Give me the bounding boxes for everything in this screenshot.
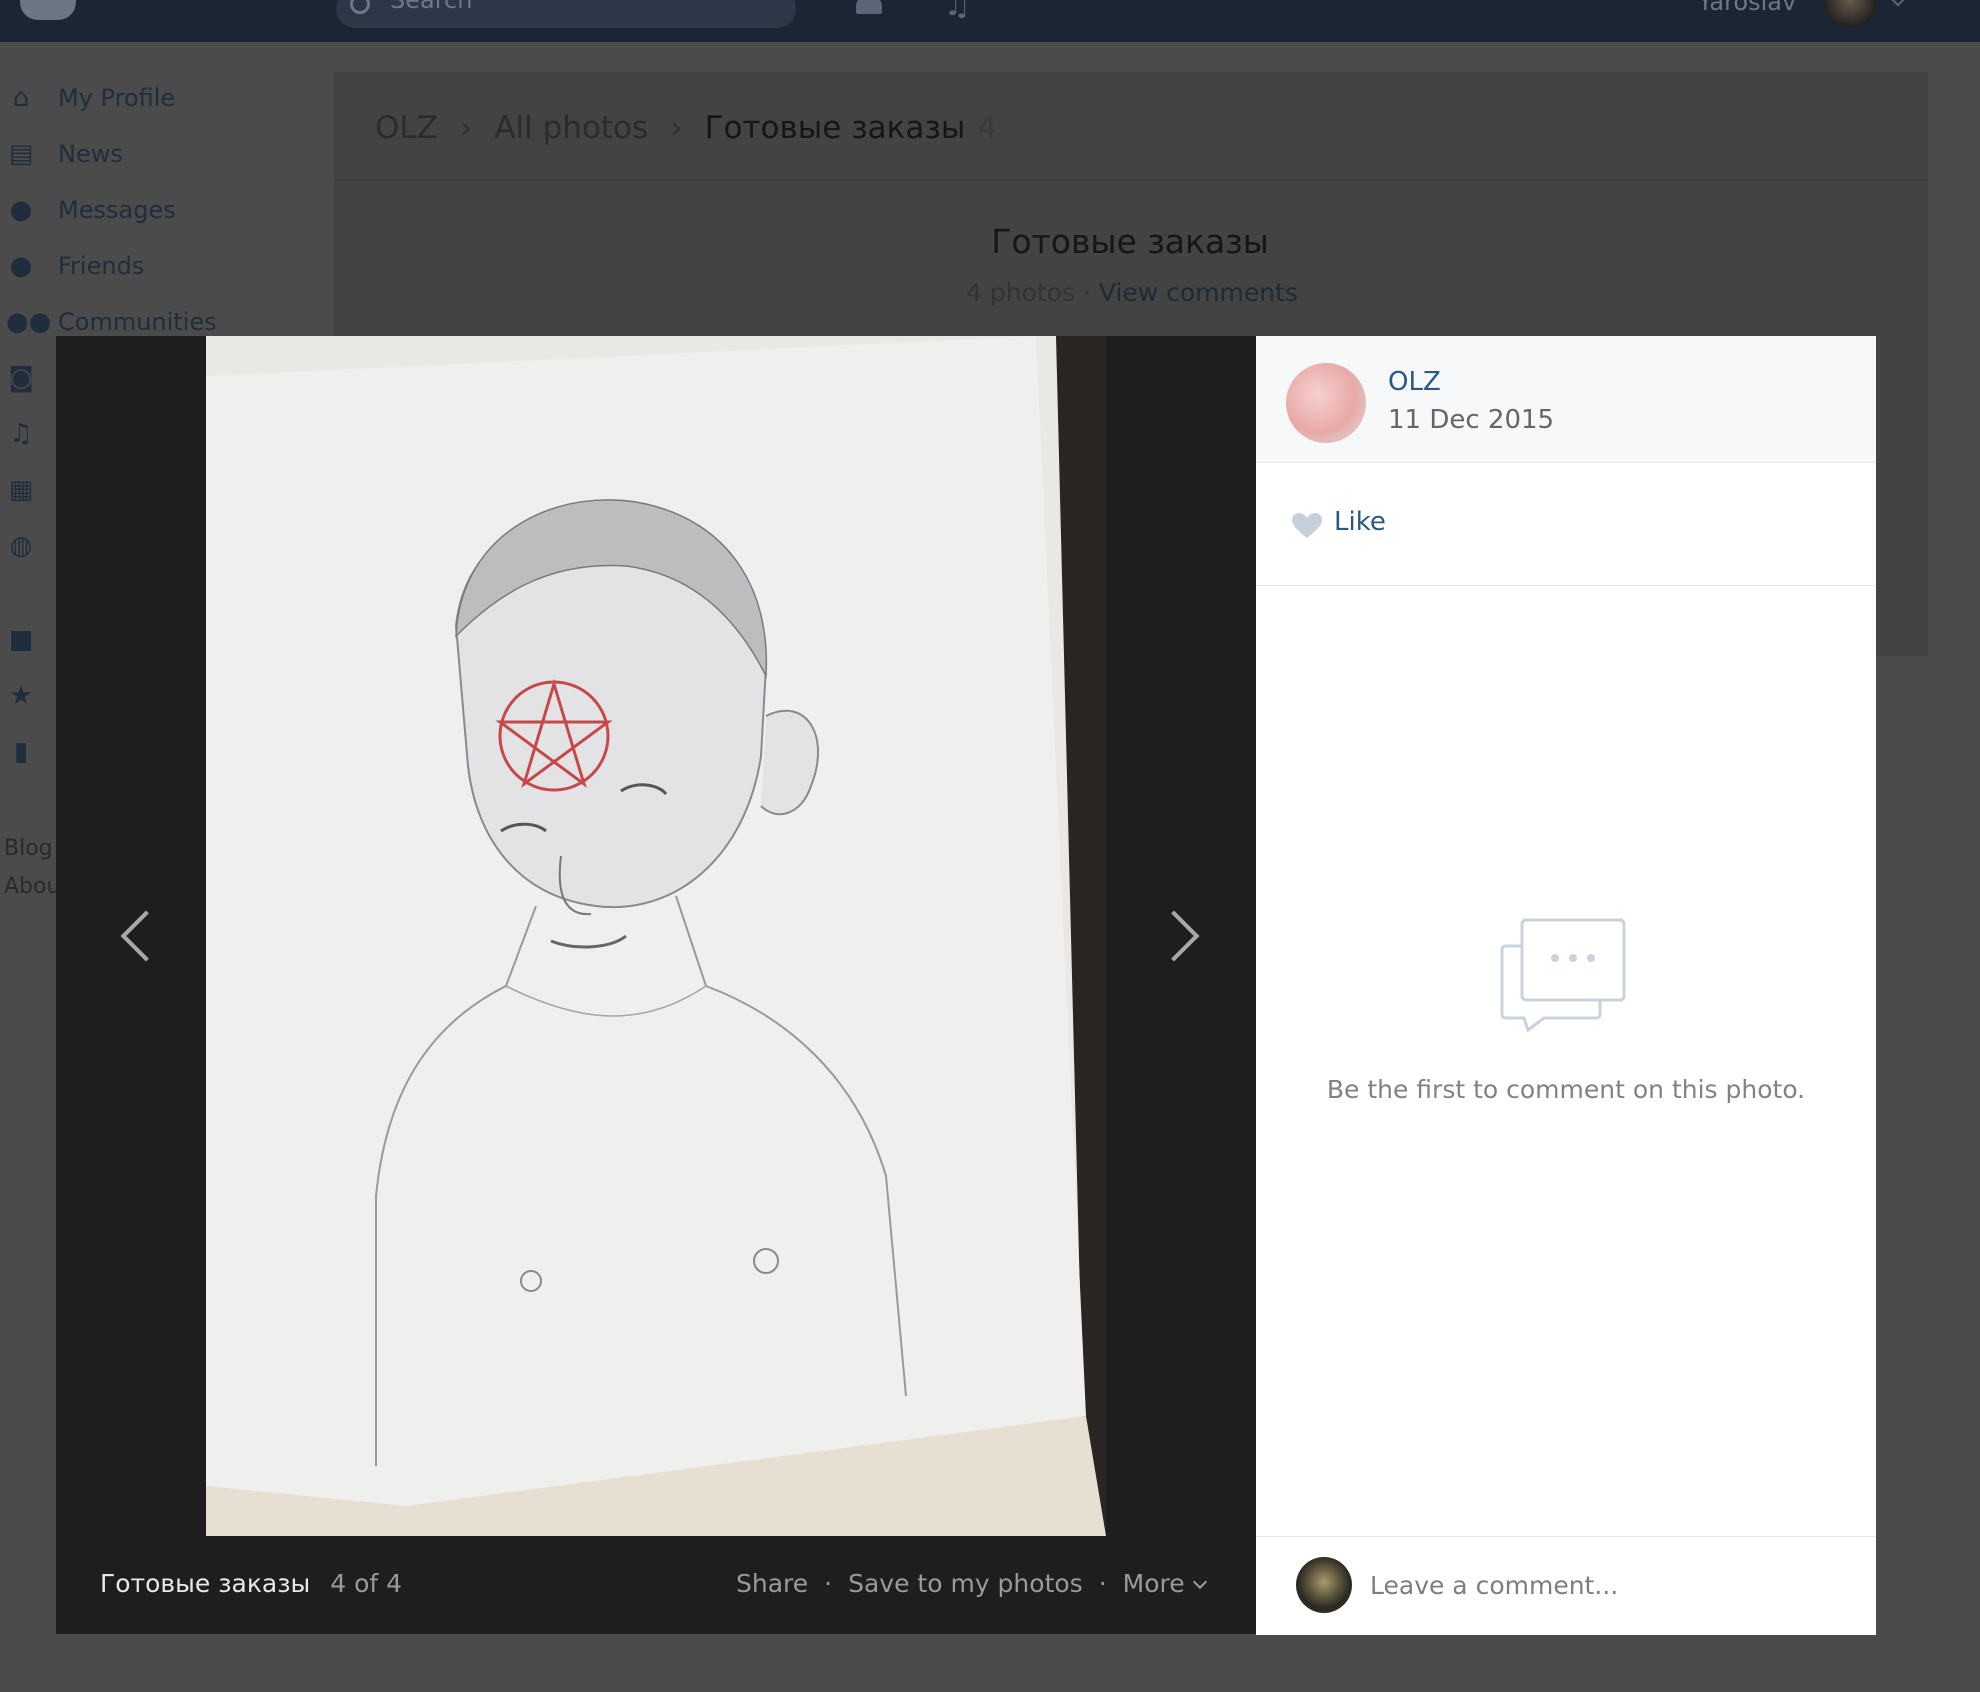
- header-user-name[interactable]: Yaroslav: [1698, 0, 1796, 14]
- separator: ·: [1082, 278, 1091, 307]
- save-to-my-photos-button[interactable]: Save to my photos: [848, 1569, 1083, 1598]
- sidebar-item-label: Communities: [58, 308, 217, 336]
- album-meta: 4 photos · View comments: [966, 278, 1298, 308]
- album-photo-count: 4 photos: [966, 278, 1075, 307]
- star-icon: ★: [9, 681, 33, 711]
- chevron-right-icon: ›: [459, 110, 473, 146]
- chevron-right-icon: ›: [670, 110, 683, 146]
- photo-info-panel: OLZ 11 Dec 2015 Like Be the first to com…: [1256, 336, 1876, 1635]
- share-button[interactable]: Share: [736, 1569, 808, 1598]
- like-row: Like: [1256, 463, 1876, 586]
- like-button[interactable]: Like: [1334, 505, 1386, 539]
- photo-image[interactable]: [206, 336, 1106, 1536]
- more-button[interactable]: More: [1122, 1569, 1207, 1598]
- top-header: Search ♫ Yaroslav: [0, 0, 1980, 42]
- communities-icon: ●●: [6, 307, 52, 337]
- heart-icon[interactable]: [1292, 513, 1322, 539]
- search-placeholder: Search: [390, 0, 473, 14]
- search-icon: [350, 0, 370, 14]
- comment-input[interactable]: [1368, 1559, 1852, 1611]
- owner-header: OLZ 11 Dec 2015: [1256, 336, 1876, 463]
- breadcrumb: OLZ › All photos › Готовые заказы 4: [375, 108, 997, 148]
- news-icon: ▤: [8, 139, 34, 169]
- viewer-position: 4 of 4: [330, 1569, 403, 1598]
- bell-icon[interactable]: [856, 0, 882, 14]
- owner-name-link[interactable]: OLZ: [1388, 366, 1441, 398]
- viewer-album-name[interactable]: Готовые заказы: [100, 1569, 310, 1598]
- chevron-down-icon: [1192, 1574, 1207, 1590]
- sidebar-item-label: News: [58, 140, 123, 168]
- breadcrumb-all-photos[interactable]: All photos: [494, 110, 648, 146]
- music-note-icon[interactable]: ♫: [944, 0, 971, 21]
- video-icon: ▦: [8, 475, 34, 505]
- footer-link-about[interactable]: Abou: [4, 874, 60, 900]
- comments-icon: [1500, 918, 1626, 1033]
- view-comments-link[interactable]: View comments: [1099, 278, 1298, 307]
- messages-icon: ●: [9, 195, 33, 225]
- header-user-avatar[interactable]: [1824, 0, 1876, 28]
- sidebar-item-news[interactable]: ▤ News: [0, 134, 330, 174]
- document-icon: ▮: [13, 737, 29, 767]
- breadcrumb-current-album: Готовые заказы: [704, 110, 966, 146]
- pencil-drawing-image: [206, 336, 1106, 1536]
- comment-bar: [1256, 1536, 1876, 1635]
- current-user-avatar[interactable]: [1296, 1557, 1352, 1613]
- home-icon: ⌂: [12, 83, 30, 113]
- sidebar-item-label: My Profile: [58, 84, 176, 112]
- breadcrumb-owner[interactable]: OLZ: [375, 110, 438, 146]
- bag-icon: ■: [8, 625, 34, 655]
- empty-comments-text: Be the first to comment on this photo.: [1326, 1075, 1806, 1104]
- sidebar-item-label: Messages: [58, 196, 176, 224]
- vk-logo[interactable]: [20, 0, 76, 20]
- music-icon: ♫: [9, 419, 33, 449]
- owner-avatar[interactable]: [1286, 363, 1366, 443]
- album-title: Готовые заказы: [991, 222, 1269, 261]
- breadcrumb-count: 4: [977, 110, 998, 146]
- divider: [334, 180, 1928, 181]
- chevron-down-icon[interactable]: [1889, 0, 1907, 7]
- games-icon: ◍: [9, 531, 33, 561]
- separator: ·: [1098, 1569, 1107, 1598]
- camera-icon: ◙: [8, 363, 34, 393]
- viewer-actions: Share · Save to my photos · More: [736, 1568, 1207, 1600]
- sidebar-item-my-profile[interactable]: ⌂ My Profile: [0, 78, 330, 118]
- footer-link-blog[interactable]: Blog: [4, 836, 53, 862]
- separator: ·: [824, 1569, 833, 1598]
- more-label: More: [1122, 1569, 1185, 1598]
- search-box[interactable]: Search: [336, 0, 796, 28]
- viewer-caption: Готовые заказы 4 of 4: [100, 1568, 402, 1600]
- photo-date: 11 Dec 2015: [1388, 405, 1555, 435]
